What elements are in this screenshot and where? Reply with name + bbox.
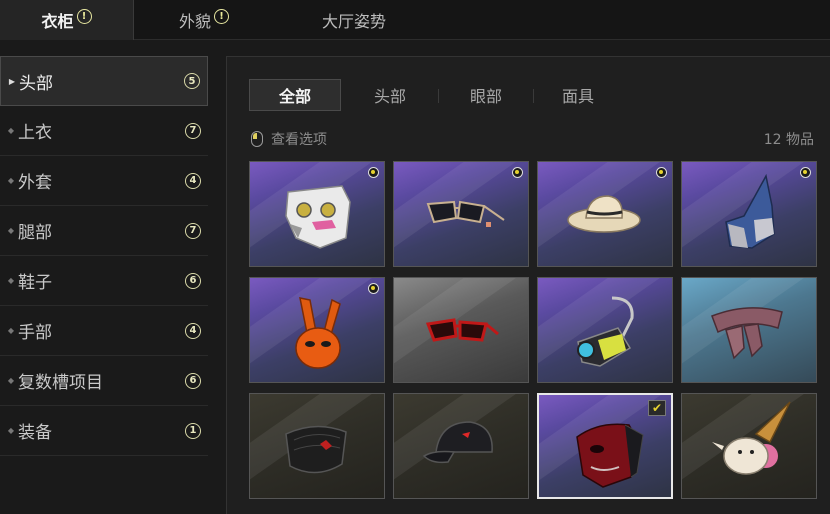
sidebar-item-legs[interactable]: ◆ 腿部 7 xyxy=(0,206,208,256)
item-count: 12 物品 xyxy=(763,132,814,148)
item-card[interactable] xyxy=(393,161,529,267)
diamond-icon: ◆ xyxy=(7,176,15,185)
sidebar-item-multi-slot[interactable]: ◆ 复数槽项目 6 xyxy=(0,356,208,406)
scarf-icon xyxy=(711,307,783,360)
item-card[interactable] xyxy=(393,277,529,383)
diamond-icon: ◆ xyxy=(7,276,15,285)
sidebar-item-shoes[interactable]: ◆ 鞋子 6 xyxy=(0,256,208,306)
item-card[interactable] xyxy=(249,277,385,383)
gas-mask-icon xyxy=(577,296,634,367)
item-card[interactable] xyxy=(249,161,385,267)
sidebar-item-head[interactable]: ▶ 头部 5 xyxy=(0,56,208,106)
item-card[interactable] xyxy=(537,161,673,267)
item-panel: 全部 头部 眼部 面具 查看选项 12 物品 ✔ xyxy=(226,56,830,514)
item-grid: ✔ xyxy=(249,161,819,501)
count-badge: 1 xyxy=(185,422,201,439)
sidebar-item-coat[interactable]: ◆ 外套 4 xyxy=(0,156,208,206)
subtab-label: 面具 xyxy=(561,87,594,106)
sidebar-item-label: 装备 xyxy=(18,423,52,443)
checkmark-icon: ✔ xyxy=(648,400,666,416)
item-card-selected[interactable]: ✔ xyxy=(537,393,673,499)
new-indicator-icon xyxy=(512,167,523,178)
tab-wardrobe-label: 衣柜 xyxy=(41,12,74,31)
count-badge: 7 xyxy=(185,222,201,239)
subtab-label: 全部 xyxy=(278,87,311,106)
tab-appearance-label: 外貌 xyxy=(178,12,211,31)
count-badge: 4 xyxy=(185,172,201,189)
view-options-label: 查看选项 xyxy=(271,132,327,148)
category-sidebar: ▶ 头部 5 ◆ 上衣 7 ◆ 外套 4 ◆ 腿部 7 ◆ 鞋子 6 ◆ 手部 … xyxy=(0,56,210,514)
blue-hood-icon xyxy=(725,173,775,249)
subtab-mask[interactable]: 面具 xyxy=(533,79,623,111)
top-tab-bar: 衣柜 ! 外貌 ! 大厅姿势 xyxy=(0,0,830,40)
sidebar-item-label: 复数槽项目 xyxy=(18,373,103,393)
count-badge: 6 xyxy=(185,272,201,289)
sun-hat-icon xyxy=(567,195,641,233)
item-card[interactable] xyxy=(681,393,817,499)
subtab-eyes[interactable]: 眼部 xyxy=(441,79,531,111)
subtab-label: 头部 xyxy=(373,87,406,106)
sidebar-item-label: 腿部 xyxy=(18,223,52,243)
item-card[interactable] xyxy=(393,393,529,499)
sidebar-item-label: 头部 xyxy=(19,73,53,94)
ice-cream-hat-icon xyxy=(712,401,791,475)
face-mask-icon xyxy=(285,425,347,474)
sidebar-item-label: 手部 xyxy=(18,323,52,343)
subtab-head[interactable]: 头部 xyxy=(345,79,435,111)
item-card[interactable] xyxy=(681,277,817,383)
subtab-label: 眼部 xyxy=(469,87,502,106)
diamond-icon: ◆ xyxy=(7,126,15,135)
diamond-icon: ◆ xyxy=(7,426,15,435)
item-card[interactable] xyxy=(249,393,385,499)
subtab-all[interactable]: 全部 xyxy=(249,79,341,111)
new-indicator-icon xyxy=(656,167,667,178)
sidebar-item-top[interactable]: ◆ 上衣 7 xyxy=(0,106,208,156)
diamond-icon: ◆ xyxy=(7,376,15,385)
sidebar-item-label: 上衣 xyxy=(18,123,52,143)
tab-wardrobe[interactable]: 衣柜 ! xyxy=(0,0,134,40)
sidebar-item-hands[interactable]: ◆ 手部 4 xyxy=(0,306,208,356)
bunny-mask-icon xyxy=(295,297,341,369)
tab-lobby-pose[interactable]: 大厅姿势 xyxy=(274,0,434,40)
white-mask-icon xyxy=(285,185,351,249)
count-badge: 7 xyxy=(185,122,201,139)
sunglasses-icon xyxy=(426,200,505,227)
count-badge: 5 xyxy=(184,73,200,89)
sidebar-item-label: 鞋子 xyxy=(18,273,52,293)
item-card[interactable] xyxy=(537,277,673,383)
new-indicator-icon xyxy=(800,167,811,178)
diamond-icon: ◆ xyxy=(7,326,15,335)
count-badge: 6 xyxy=(185,372,201,389)
view-options-button[interactable]: 查看选项 xyxy=(251,129,327,149)
mouse-icon xyxy=(251,131,263,147)
baseball-cap-icon xyxy=(422,421,493,464)
count-badge: 4 xyxy=(185,322,201,339)
item-card[interactable] xyxy=(681,161,817,267)
alert-icon: ! xyxy=(76,8,92,24)
tab-lobby-pose-label: 大厅姿势 xyxy=(321,12,386,31)
arrow-right-icon: ▶ xyxy=(8,76,16,86)
new-indicator-icon xyxy=(368,283,379,294)
red-glasses-icon xyxy=(425,318,499,342)
divider xyxy=(438,89,439,103)
alert-icon: ! xyxy=(214,8,229,24)
tab-appearance[interactable]: 外貌 ! xyxy=(134,0,274,40)
sidebar-item-label: 外套 xyxy=(18,173,52,193)
diamond-icon: ◆ xyxy=(7,226,15,235)
new-indicator-icon xyxy=(368,167,379,178)
sidebar-item-gear[interactable]: ◆ 装备 1 xyxy=(0,406,208,456)
